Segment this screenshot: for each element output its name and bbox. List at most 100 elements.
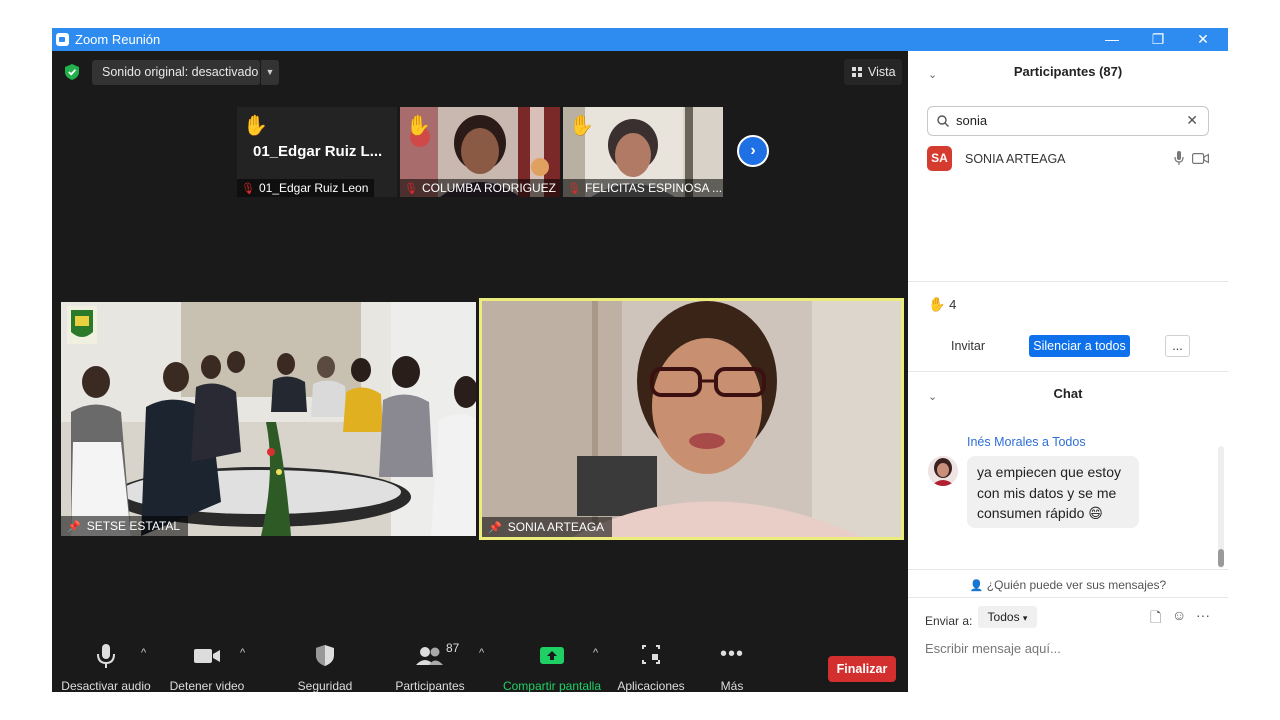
- close-button[interactable]: ✕: [1180, 28, 1226, 51]
- view-label: Vista: [868, 65, 896, 79]
- meeting-area: Sonido original: desactivado ▼ Vista ✋ 0…: [52, 51, 908, 692]
- message-line: consumen rápido: [977, 505, 1085, 521]
- who-can-see-label: ¿Quién puede ver sus mensajes?: [986, 578, 1167, 592]
- divider: [908, 281, 1228, 282]
- grid-view-icon: [852, 67, 862, 77]
- raised-hands-number: 4: [949, 297, 957, 312]
- divider: [908, 569, 1228, 570]
- participant-search-input[interactable]: sonia ✕: [927, 106, 1209, 136]
- muted-mic-icon: 🎙: [404, 183, 418, 195]
- stop-video-button[interactable]: Detener video: [162, 631, 252, 692]
- video-camera-icon: [1192, 153, 1209, 164]
- minimize-button[interactable]: —: [1089, 28, 1135, 51]
- thumbnail-name: COLUMBA RODRIGUEZ: [421, 181, 556, 195]
- who-can-see-link[interactable]: 👤 ¿Quién puede ver sus mensajes?: [908, 578, 1228, 592]
- original-sound-button[interactable]: Sonido original: desactivado: [92, 60, 260, 85]
- search-value: sonia: [956, 113, 988, 128]
- share-screen-label: Compartir pantalla: [502, 679, 602, 692]
- video-options-caret-icon[interactable]: ^: [240, 647, 245, 659]
- invite-button[interactable]: Invitar: [945, 335, 991, 357]
- audio-options-caret-icon[interactable]: ^: [141, 647, 146, 659]
- chat-message-input[interactable]: Escribir mensaje aquí...: [925, 641, 1061, 656]
- stop-video-label: Detener video: [169, 679, 245, 692]
- original-sound-menu-caret-icon[interactable]: ▼: [261, 60, 279, 85]
- avatar: SA: [927, 146, 952, 171]
- more-options-button[interactable]: ...: [1165, 335, 1190, 357]
- divider: [908, 371, 1228, 372]
- restore-button[interactable]: ❐: [1135, 28, 1181, 51]
- raised-hand-icon: ✋: [406, 115, 431, 137]
- security-shield-icon: [316, 645, 334, 666]
- thumbnail-name: FELICITAS ESPINOSA ...: [584, 181, 723, 195]
- mute-audio-label: Desactivar audio: [61, 679, 151, 692]
- share-screen-button[interactable]: Compartir pantalla: [500, 631, 604, 692]
- send-to-value: Todos: [987, 610, 1020, 624]
- view-button[interactable]: Vista: [844, 59, 902, 85]
- muted-mic-icon: 🎙: [567, 183, 581, 195]
- security-label: Seguridad: [297, 679, 353, 692]
- raised-hand-icon: ✋: [243, 115, 268, 137]
- pin-icon: 📌: [67, 521, 81, 533]
- encryption-shield-icon[interactable]: [65, 64, 79, 80]
- participants-icon: [416, 647, 443, 665]
- more-dots-icon: •••: [719, 643, 744, 665]
- video-tile-setse[interactable]: 📌 SETSE ESTATAL: [61, 302, 476, 536]
- emoji-icon[interactable]: ☺: [1172, 607, 1186, 623]
- thumbnail-name-label: 🎙 FELICITAS ESPINOSA ...: [563, 179, 723, 197]
- participants-label: Participantes: [395, 679, 465, 692]
- more-button[interactable]: ••• Más: [712, 631, 752, 692]
- apps-icon: [642, 645, 660, 664]
- end-meeting-button[interactable]: Finalizar: [828, 656, 896, 682]
- raised-hand-icon: ✋: [569, 115, 594, 137]
- participant-video: [61, 302, 476, 536]
- participant-name: SONIA ARTEAGA: [965, 152, 1066, 166]
- participants-options-caret-icon[interactable]: ^: [479, 647, 484, 659]
- message-line: ya empiecen que estoy: [977, 464, 1121, 480]
- active-speaker-border: [479, 298, 904, 540]
- participant-row[interactable]: SA SONIA ARTEAGA: [927, 146, 1209, 172]
- share-screen-icon: [540, 647, 564, 664]
- participant-thumbnail[interactable]: ✋ 🎙 COLUMBA RODRIGUEZ: [400, 107, 560, 197]
- meeting-toolbar: Desactivar audio ^ Detener video ^ Segur…: [52, 631, 908, 692]
- tile-name-label: 📌 SETSE ESTATAL: [61, 516, 189, 536]
- mute-all-button[interactable]: Silenciar a todos: [1029, 335, 1130, 357]
- participants-panel-title: Participantes (87): [1013, 64, 1123, 79]
- microphone-icon: [97, 644, 115, 668]
- video-camera-icon: [194, 649, 220, 663]
- more-label: Más: [720, 679, 744, 692]
- share-options-caret-icon[interactable]: ^: [593, 647, 598, 659]
- person-lock-icon: 👤: [969, 580, 984, 592]
- thumbnail-name-label: 🎙 COLUMBA RODRIGUEZ: [400, 179, 560, 197]
- zoom-window: Zoom Reunión — ❐ ✕ Sonido original: desa…: [52, 28, 1228, 692]
- side-panel: ⌄ Participantes (87) sonia ✕ SA SONIA AR…: [908, 51, 1228, 692]
- muted-mic-icon: 🎙: [241, 183, 255, 195]
- chat-message-bubble: ya empiecen que estoy con mis datos y se…: [967, 456, 1139, 528]
- participant-thumbnail[interactable]: ✋ 01_Edgar Ruiz L... 🎙 01_Edgar Ruiz Leon: [237, 107, 397, 197]
- clear-search-icon[interactable]: ✕: [1186, 112, 1198, 129]
- security-button[interactable]: Seguridad: [290, 631, 360, 692]
- mute-audio-button[interactable]: Desactivar audio: [60, 631, 152, 692]
- raised-hand-icon: ✋: [928, 296, 946, 312]
- next-page-button[interactable]: ›: [737, 135, 769, 167]
- tile-name: SETSE ESTATAL: [86, 519, 181, 533]
- more-chat-options-icon[interactable]: ···: [1196, 607, 1210, 623]
- message-line: con mis datos y se me: [977, 484, 1117, 501]
- divider: [908, 597, 1228, 598]
- raised-hands-count: ✋ 4: [928, 296, 956, 313]
- thumbnail-display-name: 01_Edgar Ruiz L...: [253, 143, 383, 160]
- participant-thumbnail[interactable]: ✋ 🎙 FELICITAS ESPINOSA ...: [563, 107, 723, 197]
- original-sound-label: Sonido original: desactivado: [102, 65, 259, 79]
- chat-scrollbar-thumb[interactable]: [1218, 549, 1224, 567]
- thumbnail-name-label: 🎙 01_Edgar Ruiz Leon: [237, 179, 375, 197]
- chevron-right-icon: ›: [750, 142, 756, 159]
- message-sender: Inés Morales a Todos: [967, 435, 1086, 449]
- apps-label: Aplicaciones: [617, 679, 685, 692]
- file-icon[interactable]: 🗋: [1150, 607, 1161, 631]
- avatar: [928, 456, 958, 486]
- chat-panel-title: Chat: [1053, 386, 1083, 401]
- send-to-dropdown[interactable]: Todos ▾: [978, 606, 1037, 628]
- sender-avatar-image: [928, 456, 958, 486]
- window-title: Zoom Reunión: [75, 32, 161, 47]
- apps-button[interactable]: Aplicaciones: [614, 631, 688, 692]
- participants-count-badge: 87: [446, 641, 460, 655]
